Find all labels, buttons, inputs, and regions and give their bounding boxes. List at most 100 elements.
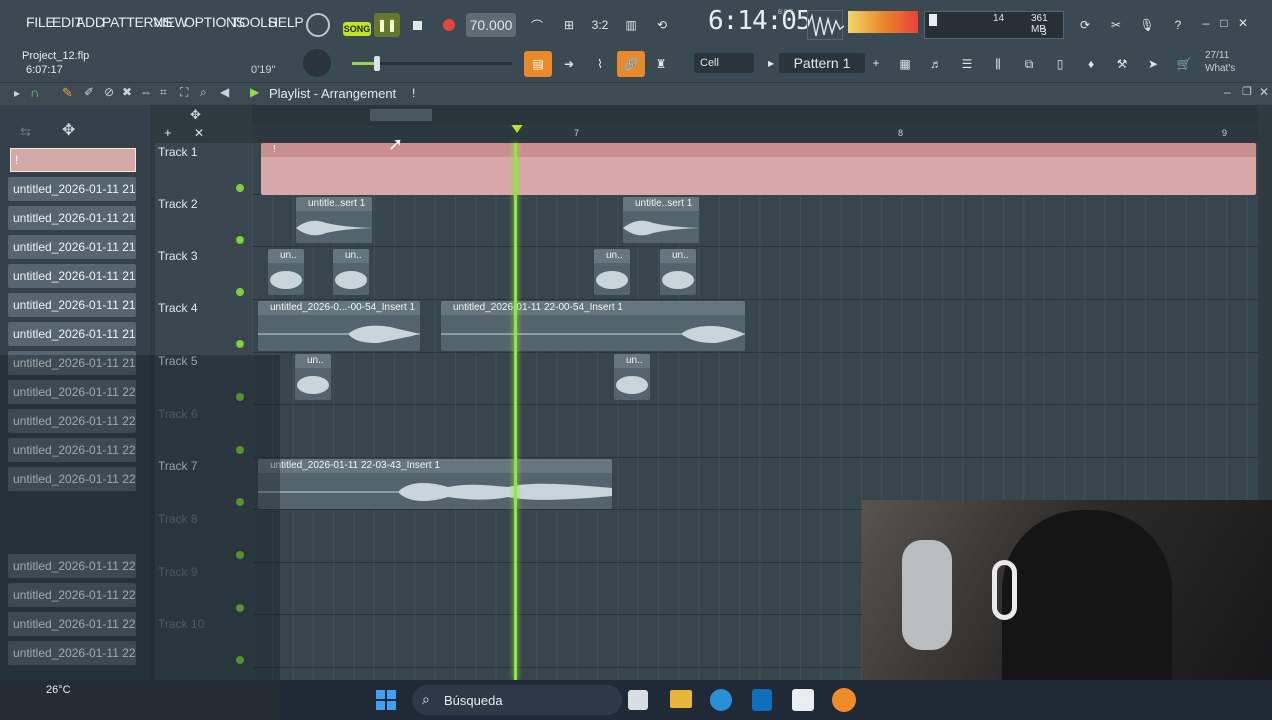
track-mute-led[interactable] <box>236 340 244 348</box>
windows-start-icon[interactable] <box>376 690 396 710</box>
countdown-icon[interactable]: 3:2 <box>587 13 613 37</box>
audio-clip[interactable]: un.. <box>594 249 630 295</box>
song-mode-toggle[interactable]: SONG <box>343 22 371 36</box>
app-icon[interactable] <box>792 689 814 711</box>
playlist-play-icon[interactable]: ▶ <box>250 85 259 99</box>
audio-clip[interactable]: un.. <box>660 249 696 295</box>
channel-rack-window-icon[interactable]: ☰ <box>955 51 979 77</box>
audio-clip[interactable]: untitle..sert 1 <box>623 197 699 243</box>
paint-tool-icon[interactable]: ✐ <box>84 85 94 99</box>
remove-track-icon[interactable]: ✕ <box>194 126 204 140</box>
playlist-move-icon[interactable]: ✥ <box>190 107 201 123</box>
add-pattern-icon[interactable]: + <box>868 53 884 73</box>
list-item[interactable]: untitled_2026-01-11 21-... <box>8 177 136 201</box>
track-lane[interactable] <box>252 406 1258 458</box>
pattern-selector[interactable]: Pattern 1 <box>779 53 865 73</box>
playlist-minimize-button[interactable]: – <box>1224 85 1231 99</box>
audio-clip[interactable]: un.. <box>614 354 650 400</box>
file-icon[interactable]: ▯ <box>1048 51 1072 77</box>
mic-icon[interactable]: 🎙 <box>1134 12 1160 38</box>
snap-selector[interactable]: Cell <box>694 53 754 73</box>
taskbar-search-box[interactable]: ⌕ Búsqueda <box>412 685 622 715</box>
browser-toggle-icon[interactable]: ⇆ <box>20 124 31 140</box>
metronome-icon[interactable]: ⌒ <box>524 13 550 37</box>
draw-tool-icon[interactable]: ⌇ <box>587 51 613 77</box>
undo-history-icon[interactable]: ⟳ <box>1072 12 1098 38</box>
audio-clip[interactable]: un.. <box>333 249 369 295</box>
track-lane[interactable] <box>252 195 1258 247</box>
loop-record-icon[interactable]: ⟲ <box>649 13 675 37</box>
stop-button[interactable] <box>404 13 430 37</box>
browser-move-icon[interactable]: ✥ <box>62 120 75 140</box>
list-item[interactable]: untitled_2026-01-11 21-... <box>8 206 136 230</box>
next-icon[interactable]: ➜ <box>556 51 582 77</box>
stamp-icon[interactable]: ♜ <box>648 51 674 77</box>
playback-tool-icon[interactable]: ◀ <box>220 85 229 99</box>
menu-view[interactable]: VIEW <box>153 14 188 30</box>
delete-tool-icon[interactable]: ⊘ <box>104 85 114 99</box>
track-lane[interactable] <box>252 353 1258 405</box>
record-button[interactable] <box>436 13 462 37</box>
help-icon[interactable]: ? <box>1165 12 1191 38</box>
fl-studio-taskbar-icon[interactable] <box>832 688 856 712</box>
pitch-slider[interactable] <box>352 56 512 71</box>
select-tool-icon[interactable]: ⛶ <box>180 85 188 100</box>
song-position-display[interactable]: 6:14:05 <box>708 6 812 36</box>
slice-tool-icon[interactable]: ⌗ <box>160 85 167 100</box>
mute-tool-icon[interactable]: ✖ <box>122 85 132 99</box>
channel-rack-icon[interactable]: ▤ <box>524 51 552 77</box>
link-icon[interactable]: 🔗 <box>617 51 645 77</box>
step-edit-icon[interactable]: ▥ <box>618 13 644 37</box>
wrench-icon[interactable]: ⚒ <box>1110 51 1134 77</box>
wait-input-icon[interactable]: ⊞ <box>556 13 582 37</box>
zoom-tool-icon[interactable]: ⌕ <box>200 85 207 100</box>
pattern-prev-icon[interactable]: ▸ <box>764 53 778 73</box>
menu-help[interactable]: HELP <box>268 14 304 30</box>
list-item[interactable]: untitled_2026-01-11 21-... <box>8 322 136 346</box>
playlist-close-button[interactable]: ✕ <box>1259 85 1269 99</box>
track-name[interactable]: Track 1 <box>158 145 198 159</box>
track-name[interactable]: Track 4 <box>158 301 198 315</box>
mixer-icon[interactable]: ⫼ <box>986 51 1010 77</box>
audio-clip[interactable]: untitled_2026-01-11 22-03-43_Insert 1 <box>258 459 612 509</box>
audio-clip[interactable]: untitle..sert 1 <box>296 197 372 243</box>
menu-file[interactable]: FILE <box>26 14 55 30</box>
play-button[interactable]: ❚❚ <box>374 13 400 37</box>
edge-browser-icon[interactable] <box>710 689 732 711</box>
track-lane[interactable] <box>252 248 1258 300</box>
pitch-slider-handle[interactable] <box>374 56 380 71</box>
pencil-tool-icon[interactable]: ✎ <box>62 85 73 101</box>
store-icon[interactable]: 🛒 <box>1172 51 1196 77</box>
piano-roll-icon[interactable]: ♬ <box>924 51 948 77</box>
magnet-icon[interactable]: ∩ <box>30 85 39 100</box>
audio-clip[interactable]: un.. <box>268 249 304 295</box>
list-item[interactable]: untitled_2026-01-11 21-... <box>8 235 136 259</box>
playlist-maximize-button[interactable]: ❐ <box>1242 85 1252 98</box>
playlist-icon[interactable]: ▦ <box>893 51 917 77</box>
menu-arrow-icon[interactable]: ▸ <box>14 86 20 100</box>
slip-tool-icon[interactable]: ⇔ <box>140 85 152 99</box>
audio-clip[interactable]: untitled_2026-01-11 22-00-54_Insert 1 <box>441 301 745 351</box>
file-explorer-icon[interactable] <box>670 690 692 708</box>
track-mute-led[interactable] <box>236 184 244 192</box>
audio-clip[interactable]: untitled_2026-0...-00-54_Insert 1 <box>258 301 420 351</box>
minimize-button[interactable]: – <box>1197 14 1215 32</box>
master-volume-knob[interactable] <box>306 13 330 37</box>
tools-icon[interactable]: ✂ <box>1103 12 1129 38</box>
scrollbar-thumb[interactable] <box>370 109 432 121</box>
list-item[interactable]: untitled_2026-01-11 21-... <box>8 264 136 288</box>
store-app-icon[interactable] <box>752 689 772 711</box>
audio-clip[interactable]: un.. <box>295 354 331 400</box>
task-view-icon[interactable] <box>628 690 648 710</box>
maximize-button[interactable]: □ <box>1215 14 1233 32</box>
tempo-display[interactable]: 70.000 <box>466 13 516 37</box>
share-icon[interactable]: ➤ <box>1141 51 1165 77</box>
routing-icon[interactable]: ⧉ <box>1017 51 1041 77</box>
plugin-icon[interactable]: ♦ <box>1079 51 1103 77</box>
list-item[interactable]: untitled_2026-01-11 21-... <box>8 293 136 317</box>
track-name[interactable]: Track 3 <box>158 249 198 263</box>
news-label[interactable]: What's <box>1205 63 1235 74</box>
track-mute-led[interactable] <box>236 288 244 296</box>
playhead[interactable] <box>514 143 517 680</box>
track-name[interactable]: Track 2 <box>158 197 198 211</box>
